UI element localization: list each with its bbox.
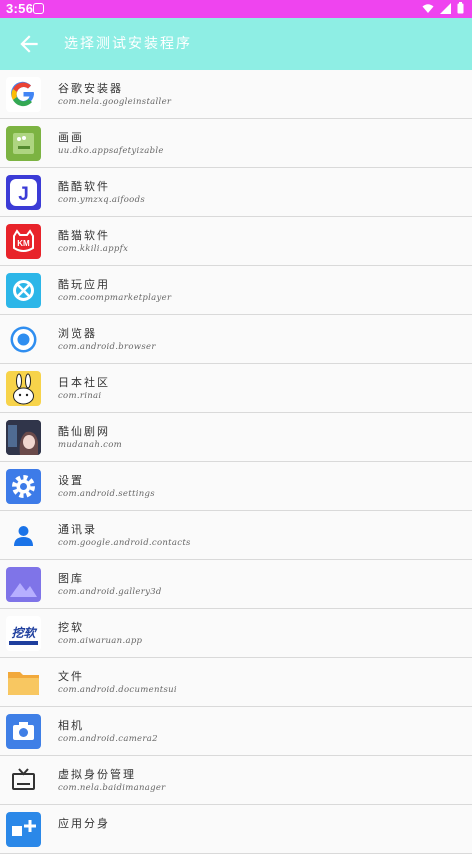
list-item[interactable]: 酷玩应用 com.coompmarketplayer [0,266,472,315]
app-list: 谷歌安装器 com.nela.googleinstaller 画画 uu.dko… [0,70,472,854]
browser-icon [6,322,41,357]
paint-icon [6,126,41,161]
app-package: com.android.gallery3d [58,587,162,597]
back-arrow-icon[interactable] [16,31,42,57]
app-name: 酷玩应用 [58,278,110,291]
app-package: com.nela.googleinstaller [58,97,172,107]
app-name: 酷仙剧网 [58,425,110,438]
app-package: com.kkili.appfx [58,244,129,254]
app-package: uu.dko.appsafetyizable [58,146,164,156]
folder-icon [6,665,41,700]
notification-icon [33,3,44,14]
status-time: 3:56 [6,1,34,16]
list-item[interactable]: 文件 com.android.documentsui [0,658,472,707]
app-name: 虚拟身份管理 [58,768,136,781]
app-name: 酷酷软件 [58,180,110,193]
svg-text:J: J [18,184,29,205]
list-item[interactable]: 酷仙剧网 mudanah.com [0,413,472,462]
battery-icon [457,2,464,14]
svg-text:挖软: 挖软 [11,626,37,640]
app-name: 画画 [58,131,84,144]
app-package: com.rinai [58,391,102,401]
game-controller-icon [6,273,41,308]
list-item[interactable]: 日本社区 com.rinai [0,364,472,413]
list-item[interactable]: 画画 uu.dko.appsafetyizable [0,119,472,168]
app-bar: 选择测试安装程序 [0,18,472,70]
list-item[interactable]: 虚拟身份管理 com.nela.baidimanager [0,756,472,805]
app-name: 挖软 [58,621,84,634]
page-title: 选择测试安装程序 [64,36,192,52]
list-item[interactable]: KM 酷猫软件 com.kkili.appfx [0,217,472,266]
google-icon [6,77,41,112]
list-item[interactable]: 挖软 挖软 com.aiwaruan.app [0,609,472,658]
km-cat-icon: KM [6,224,41,259]
app-name: 酷猫软件 [58,229,110,242]
camera-icon [6,714,41,749]
tv-icon [6,763,41,798]
app-package: com.aiwaruan.app [58,636,143,646]
app-name: 图库 [58,572,84,585]
app-package: com.android.browser [58,342,156,352]
app-package: com.ymzxq.aifoods [58,195,145,205]
app-name: 文件 [58,670,84,683]
wifi-icon [422,3,434,13]
list-item[interactable]: 应用分身 [0,805,472,854]
app-name: 应用分身 [58,817,110,830]
app-package: com.android.documentsui [58,685,177,695]
app-clone-icon [6,812,41,847]
anime-girl-icon [6,420,41,455]
list-item[interactable]: 相机 com.android.camera2 [0,707,472,756]
bunny-icon [6,371,41,406]
app-name: 浏览器 [58,327,97,340]
status-bar: 3:56 [0,0,472,18]
waruan-logo-icon: 挖软 [6,616,41,651]
gear-icon [6,469,41,504]
list-item[interactable]: 图库 com.android.gallery3d [0,560,472,609]
app-package: mudanah.com [58,440,122,450]
app-name: 相机 [58,719,84,732]
app-package: com.coompmarketplayer [58,293,172,303]
app-name: 通讯录 [58,523,97,536]
j-letter-icon: J [6,175,41,210]
list-item[interactable]: 通讯录 com.google.android.contacts [0,511,472,560]
gallery-icon [6,567,41,602]
app-package: com.android.settings [58,489,155,499]
list-item[interactable]: J 酷酷软件 com.ymzxq.aifoods [0,168,472,217]
list-item[interactable]: 设置 com.android.settings [0,462,472,511]
app-name: 设置 [58,474,84,487]
app-name: 日本社区 [58,376,110,389]
list-item[interactable]: 浏览器 com.android.browser [0,315,472,364]
signal-icon [440,2,451,14]
app-name: 谷歌安装器 [58,82,123,95]
svg-text:KM: KM [17,239,30,248]
app-package: com.android.camera2 [58,734,158,744]
app-package: com.google.android.contacts [58,538,191,548]
list-item[interactable]: 谷歌安装器 com.nela.googleinstaller [0,70,472,119]
contacts-icon [6,518,41,553]
app-package: com.nela.baidimanager [58,783,166,793]
